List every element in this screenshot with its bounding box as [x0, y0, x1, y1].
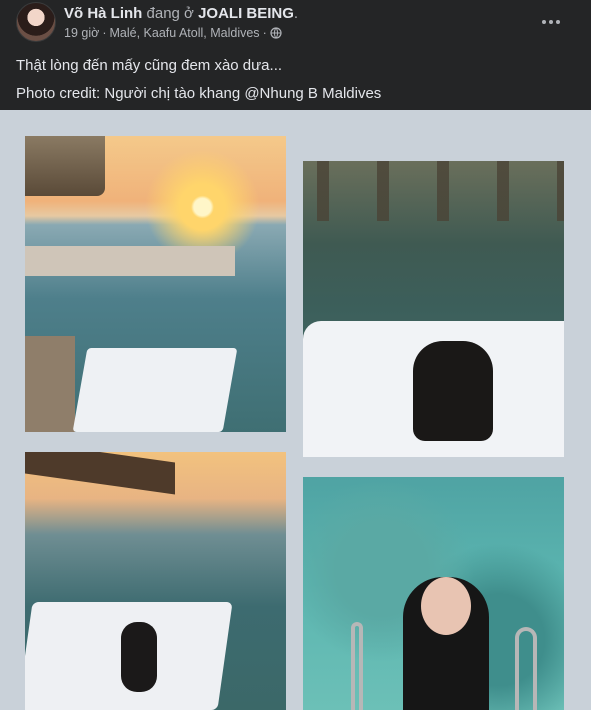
post-time[interactable]: 19 giờ	[64, 26, 99, 40]
more-options-icon[interactable]	[533, 6, 569, 38]
globe-icon[interactable]	[270, 27, 282, 39]
overwater-villa	[25, 136, 105, 196]
location-link[interactable]: JOALI BEING	[198, 5, 294, 22]
face	[421, 577, 471, 635]
villa-deck	[25, 246, 235, 276]
author-avatar[interactable]	[16, 2, 56, 42]
photo-3[interactable]	[25, 452, 286, 710]
checkin-text: đang ở	[146, 5, 194, 22]
author-line: Võ Hà Linh đang ở JOALI BEING.	[64, 5, 298, 22]
post-place[interactable]: Malé, Kaafu Atoll, Maldives	[109, 26, 259, 40]
pier-posts	[303, 161, 564, 221]
location-suffix: .	[293, 5, 299, 22]
caption-line-1: Thật lòng đến mấy cũng đem xào dưa...	[16, 57, 283, 74]
ladder-rail-left	[351, 622, 363, 710]
caption-line-2: Photo credit: Người chị tào khang @Nhung…	[16, 85, 382, 102]
author-name[interactable]: Võ Hà Linh	[64, 5, 142, 22]
wooden-pier	[25, 336, 75, 432]
post-header: Võ Hà Linh đang ở JOALI BEING. 19 giờ · …	[0, 0, 591, 50]
ladder-rail-right	[515, 627, 537, 710]
photo-1[interactable]	[25, 136, 286, 432]
photo-collage	[0, 110, 591, 710]
swimsuit	[121, 622, 157, 692]
villa-roof	[25, 452, 175, 495]
meta-separator-2: ·	[262, 26, 267, 40]
post-meta: 19 giờ · Malé, Kaafu Atoll, Maldives ·	[64, 26, 282, 40]
swimsuit	[413, 341, 493, 441]
net-lounger	[72, 348, 238, 432]
post-caption: Thật lòng đến mấy cũng đem xào dưa... Ph…	[16, 52, 381, 108]
meta-separator: ·	[102, 26, 107, 40]
photo-2[interactable]	[303, 161, 564, 457]
photo-4[interactable]	[303, 477, 564, 710]
